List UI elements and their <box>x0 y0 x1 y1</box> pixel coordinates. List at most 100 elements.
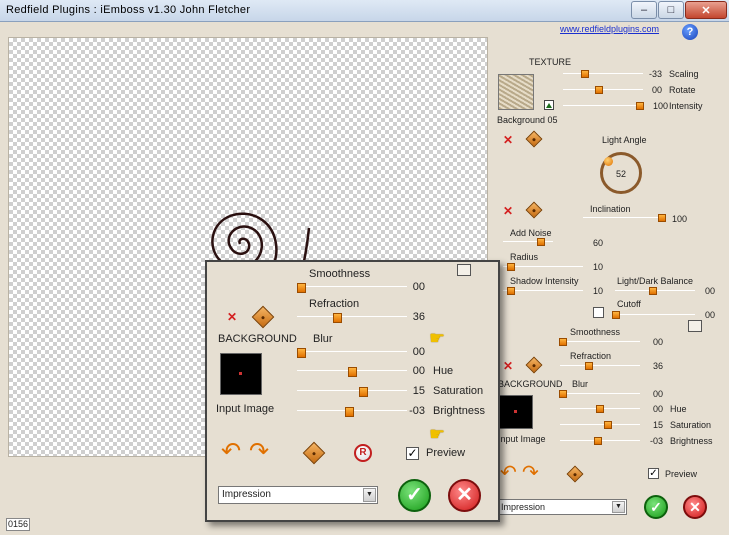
texture-up-icon[interactable] <box>544 100 554 110</box>
bg-refraction-slider-small[interactable] <box>560 362 640 370</box>
preview-checkbox-small[interactable]: ✓ <box>648 468 659 479</box>
background-toggle-square[interactable] <box>688 320 702 332</box>
inclination-slider[interactable] <box>583 214 666 222</box>
bg-brightness-slider-thumb[interactable] <box>344 407 354 417</box>
random-all-icon[interactable] <box>302 441 326 465</box>
random-all-icon-small[interactable] <box>566 465 584 483</box>
intensity-slider[interactable] <box>563 102 644 110</box>
bg-smoothness-slider-small[interactable] <box>559 338 640 346</box>
cutoff-value: 00 <box>704 310 715 320</box>
zoom-toggle-square[interactable] <box>457 264 471 276</box>
bg-blur-value: 00 <box>412 346 425 358</box>
texture-random-icon[interactable] <box>525 130 543 148</box>
input-image-thumbnail[interactable] <box>220 353 262 395</box>
preview-checkbox[interactable]: ✓ <box>406 447 419 460</box>
cancel-button-small[interactable]: ✕ <box>683 495 707 519</box>
bg-hue-label: Hue <box>433 365 454 377</box>
bg-random-icon-small[interactable] <box>525 356 543 374</box>
bg-hue-slider-small[interactable] <box>560 405 640 413</box>
bg-hue-slider[interactable] <box>297 367 407 377</box>
chevron-down-icon[interactable]: ▼ <box>612 501 625 513</box>
scaling-slider-thumb[interactable] <box>581 70 590 78</box>
texture-name: Background 05 <box>497 115 558 125</box>
bg-refraction-slider-thumb[interactable] <box>332 313 342 323</box>
bg-saturation-slider-thumb[interactable] <box>359 387 368 397</box>
bg-smoothness-value: 00 <box>412 281 425 293</box>
shadow-intensity-slider[interactable] <box>503 287 583 295</box>
bg-clear-icon-small[interactable]: ✕ <box>503 360 513 372</box>
light-clear-icon[interactable]: ✕ <box>503 205 513 217</box>
cutoff-slider-thumb[interactable] <box>612 311 621 319</box>
rotate-slider[interactable] <box>563 86 643 94</box>
ok-button[interactable]: ✓ <box>398 479 431 512</box>
bg-hue-value: 00 <box>412 365 425 377</box>
background-title-small: BACKGROUND <box>498 379 563 389</box>
cutoff-slider[interactable] <box>612 311 695 319</box>
light-dark-balance-label: Light/Dark Balance <box>617 276 694 286</box>
undo-icon[interactable]: ↶ <box>221 440 241 464</box>
close-button[interactable]: ✕ <box>685 1 727 19</box>
light-random-icon[interactable] <box>525 201 543 219</box>
shadow-intensity-value: 10 <box>592 286 603 296</box>
preset-select-small[interactable]: Impression ▼ <box>497 499 627 515</box>
scaling-slider[interactable] <box>563 70 643 78</box>
bg-saturation-slider[interactable] <box>297 387 407 397</box>
bg-smoothness-slider-thumb[interactable] <box>297 283 307 293</box>
cutoff-checkbox[interactable] <box>593 307 604 318</box>
redo-icon[interactable]: ↷ <box>249 440 269 464</box>
bg-blur-slider[interactable] <box>297 348 407 358</box>
light-angle-handle[interactable] <box>604 157 613 166</box>
input-image-thumbnail-small[interactable] <box>499 395 533 429</box>
pointer-hand-icon: ☛ <box>429 328 446 348</box>
status-code: 0156 <box>6 518 30 531</box>
reset-button[interactable]: R <box>354 444 372 462</box>
bg-refraction-thumb-small[interactable] <box>584 362 593 370</box>
bg-brightness-label-small: Brightness <box>670 436 713 446</box>
inclination-label: Inclination <box>590 204 631 214</box>
add-noise-slider[interactable] <box>503 238 553 246</box>
bg-smoothness-thumb-small[interactable] <box>559 338 568 346</box>
background-title: BACKGROUND <box>218 333 297 345</box>
radius-slider[interactable] <box>503 263 583 271</box>
light-dark-balance-slider-thumb[interactable] <box>649 287 658 295</box>
preset-select[interactable]: Impression ▼ <box>218 486 378 504</box>
bg-hue-thumb-small[interactable] <box>596 405 604 413</box>
bg-smoothness-slider[interactable] <box>297 283 407 293</box>
rotate-slider-thumb[interactable] <box>595 86 603 94</box>
redo-icon-small[interactable]: ↷ <box>522 463 539 483</box>
light-angle-dial[interactable]: 52 <box>600 152 642 194</box>
bg-blur-label-small: Blur <box>572 379 589 389</box>
chevron-down-icon[interactable]: ▼ <box>363 488 376 502</box>
bg-brightness-slider[interactable] <box>297 407 407 417</box>
radius-label: Radius <box>510 252 539 262</box>
light-dark-balance-slider[interactable] <box>615 287 695 295</box>
bg-saturation-thumb-small[interactable] <box>604 421 612 429</box>
bg-refraction-slider[interactable] <box>297 313 407 323</box>
website-link[interactable]: www.redfieldplugins.com <box>560 24 659 34</box>
cancel-button[interactable]: ✕ <box>448 479 481 512</box>
minimize-button[interactable]: – <box>631 1 657 19</box>
bg-hue-slider-thumb[interactable] <box>348 367 357 377</box>
zoomed-background-panel: Smoothness 00 ✕ Refraction 36 ☛ BACKGROU… <box>205 260 500 522</box>
ok-button-small[interactable]: ✓ <box>644 495 668 519</box>
shadow-intensity-slider-thumb[interactable] <box>507 287 515 295</box>
help-icon[interactable]: ? <box>682 24 698 40</box>
maximize-button[interactable]: □ <box>658 1 684 19</box>
bg-brightness-thumb-small[interactable] <box>593 437 602 445</box>
bg-blur-slider-small[interactable] <box>559 390 640 398</box>
bg-saturation-value: 15 <box>412 385 425 397</box>
bg-clear-icon[interactable]: ✕ <box>227 311 237 323</box>
bg-random-icon[interactable] <box>251 305 275 329</box>
add-noise-slider-thumb[interactable] <box>536 238 545 246</box>
texture-clear-icon[interactable]: ✕ <box>503 134 513 146</box>
radius-slider-thumb[interactable] <box>507 263 515 271</box>
bg-brightness-slider-small[interactable] <box>560 437 640 445</box>
undo-icon-small[interactable]: ↶ <box>500 463 517 483</box>
title-bar: Redfield Plugins : iEmboss v1.30 John Fl… <box>0 0 729 22</box>
bg-blur-thumb-small[interactable] <box>559 390 568 398</box>
texture-thumbnail[interactable] <box>498 74 534 110</box>
intensity-slider-thumb[interactable] <box>635 102 644 110</box>
bg-blur-slider-thumb[interactable] <box>297 348 307 358</box>
bg-saturation-value-small: 15 <box>652 420 663 430</box>
bg-saturation-slider-small[interactable] <box>560 421 640 429</box>
